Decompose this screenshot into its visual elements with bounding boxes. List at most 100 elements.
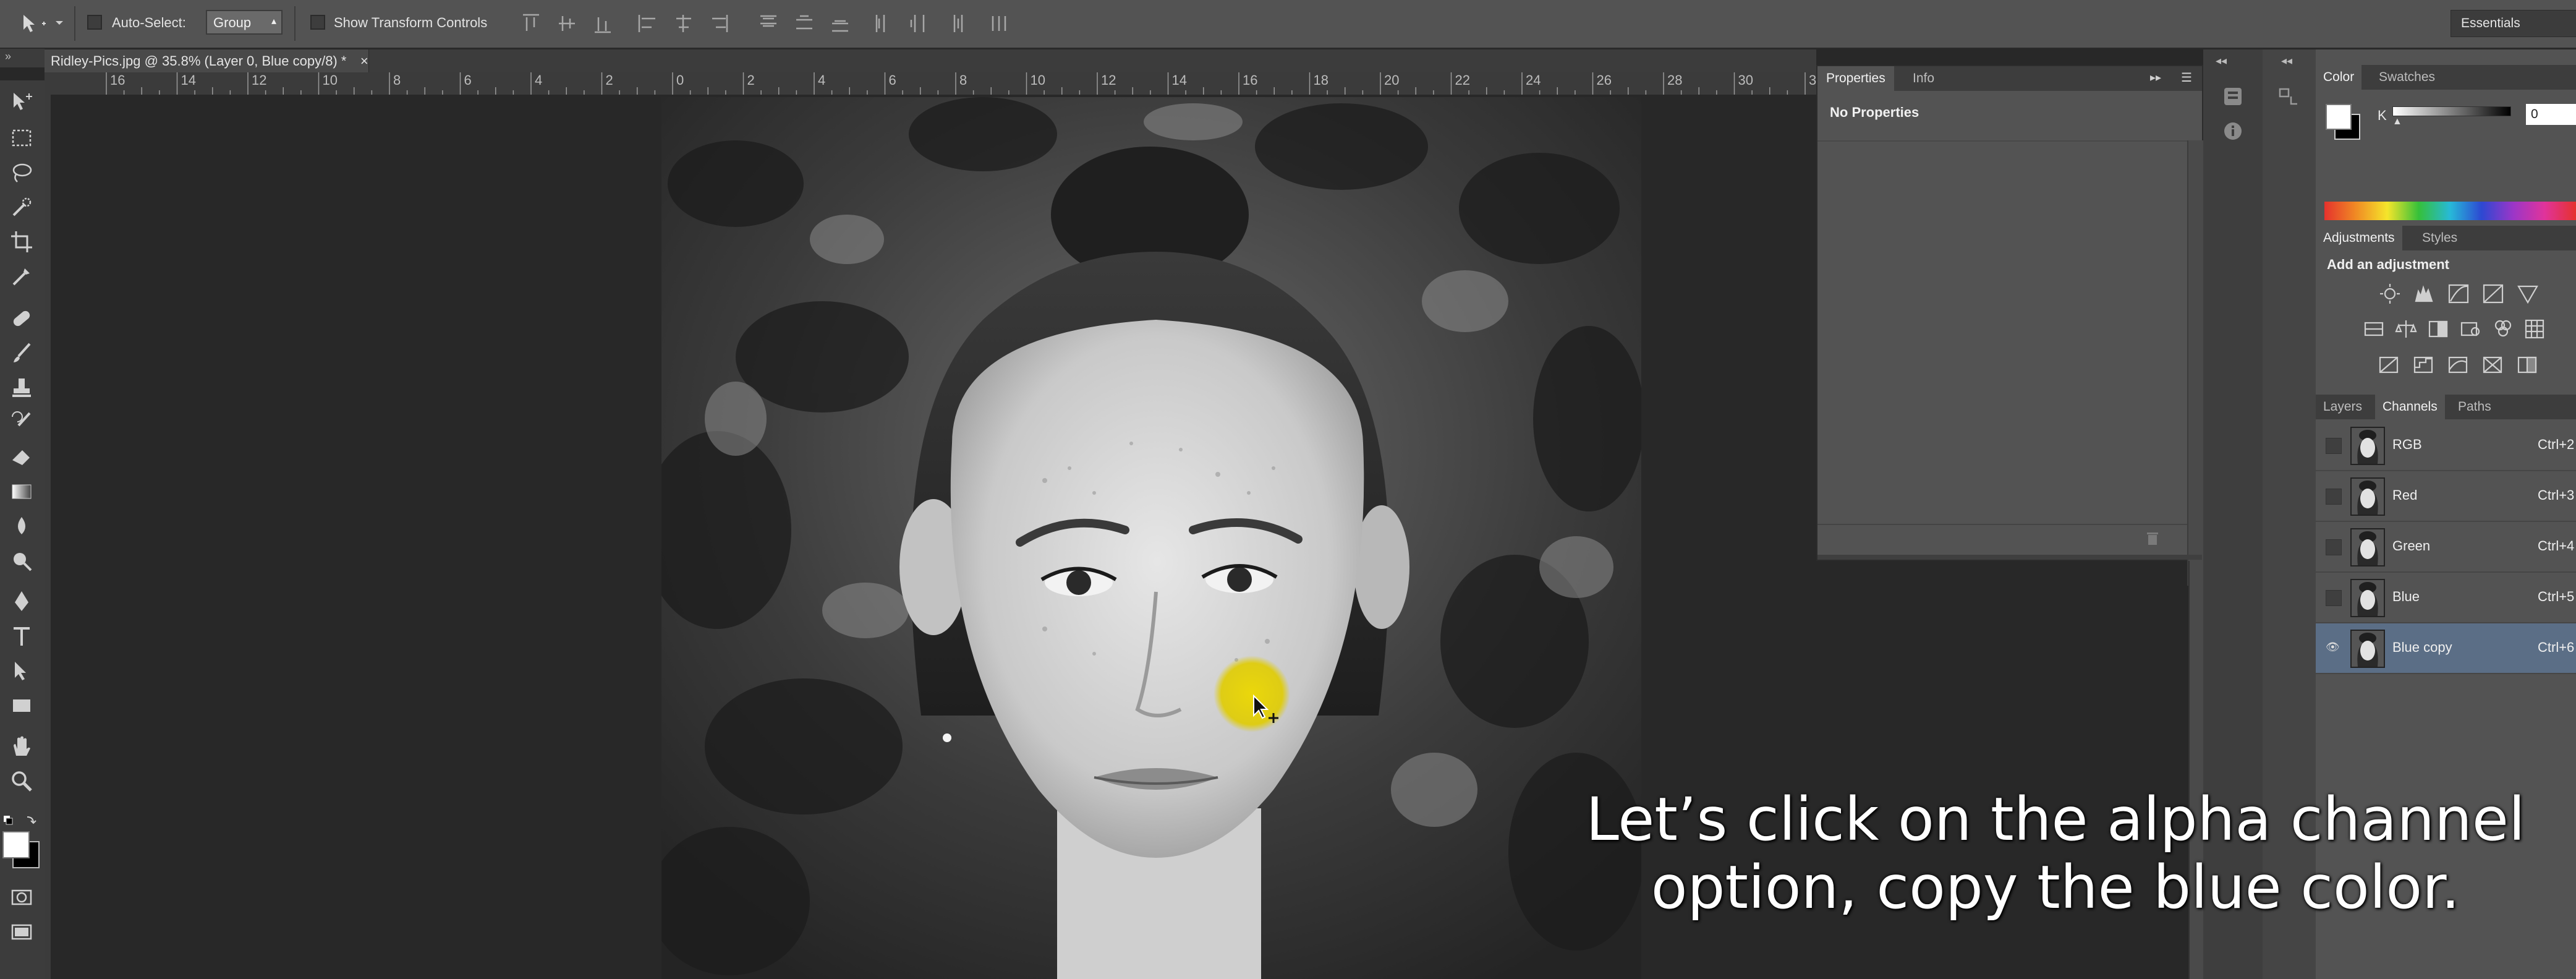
blur-tool-icon[interactable] (9, 513, 35, 539)
eraser-tool-icon[interactable] (9, 444, 35, 470)
visibility-toggle[interactable] (2326, 489, 2342, 505)
auto-select-checkbox[interactable] (87, 15, 102, 30)
brush-tool-icon[interactable] (9, 340, 35, 366)
cursor-highlight (1214, 656, 1290, 732)
marquee-tool-icon[interactable] (9, 125, 35, 151)
brightness-icon (2380, 284, 2400, 304)
screen-mode-icon[interactable] (9, 919, 35, 945)
tab-adjustments[interactable]: Adjustments (2316, 226, 2402, 250)
rectangle-tool-icon[interactable] (9, 693, 35, 719)
k-value-field[interactable]: 0 (2526, 104, 2576, 125)
channel-thumbnail (2350, 579, 2385, 617)
tab-properties[interactable]: Properties (1817, 66, 1894, 91)
properties-dock-icon[interactable] (2219, 83, 2247, 110)
gradient-tool-icon[interactable] (9, 479, 35, 505)
ruler-number: 2 (747, 72, 755, 88)
photo-canvas[interactable] (661, 97, 1641, 979)
ruler-number: 4 (535, 72, 543, 88)
document-tab[interactable]: Ridley-Pics.jpg @ 35.8% (Layer 0, Blue c… (45, 49, 369, 72)
channel-row[interactable]: Red Ctrl+3 (2316, 471, 2576, 522)
ruler-number: 10 (322, 72, 338, 88)
healing-brush-tool-icon[interactable] (9, 306, 35, 331)
invert-icon (2379, 356, 2399, 374)
align-vcenter-icon (559, 16, 575, 31)
pen-tool-icon[interactable] (9, 589, 35, 615)
channel-row[interactable]: Green Ctrl+4 (2316, 522, 2576, 573)
history-brush-tool-icon[interactable] (9, 409, 35, 435)
tab-channels[interactable]: Channels (2375, 395, 2445, 419)
channel-shortcut: Ctrl+6 (2538, 639, 2575, 655)
show-transform-checkbox[interactable] (310, 15, 325, 30)
channel-row[interactable]: 👁 Blue copy Ctrl+6 (2316, 623, 2576, 674)
zoom-tool-icon[interactable] (9, 768, 35, 794)
tab-paths[interactable]: Paths (2451, 395, 2499, 419)
crop-tool-icon[interactable] (9, 229, 35, 255)
collapse-dock-icon-2[interactable]: ◂◂ (2281, 54, 2292, 67)
eye-icon[interactable]: 👁 (2326, 641, 2340, 656)
channel-thumbnail (2350, 427, 2385, 465)
properties-scrollbar[interactable] (2187, 140, 2203, 586)
vibrance-icon (2517, 285, 2538, 304)
channel-row[interactable]: Blue Ctrl+5 (2316, 573, 2576, 623)
dodge-tool-icon[interactable] (9, 548, 35, 574)
collapse-dock-icon[interactable]: ◂◂ (2216, 54, 2227, 67)
trash-icon[interactable] (2144, 530, 2161, 547)
curves-icon (2448, 284, 2469, 304)
ruler-number: 4 (818, 72, 826, 88)
tab-color[interactable]: Color (2316, 65, 2362, 90)
k-slider[interactable] (2392, 106, 2511, 116)
channel-row[interactable]: RGB Ctrl+2 (2316, 421, 2576, 471)
hand-tool-icon[interactable] (9, 733, 35, 759)
visibility-toggle[interactable] (2326, 539, 2342, 555)
history-dock-icon[interactable] (2275, 83, 2302, 110)
quick-selection-tool-icon[interactable] (9, 194, 35, 220)
clone-stamp-tool-icon[interactable] (9, 375, 35, 401)
distribute-left-icon (875, 15, 885, 32)
ruler-number: 24 (1526, 72, 1541, 88)
channel-thumbnail (2350, 630, 2385, 668)
posterize-icon (2413, 356, 2433, 374)
move-tool-preset-icon[interactable] (17, 11, 67, 36)
ruler-number: 8 (959, 72, 967, 88)
tab-swatches[interactable]: Swatches (2371, 65, 2442, 90)
type-tool-icon[interactable] (9, 623, 35, 649)
foreground-color-swatch[interactable] (2, 831, 30, 858)
caption-line-1: Let’s click on the alpha channel (1586, 785, 2525, 854)
workspace-switcher[interactable]: Essentials (2451, 10, 2576, 37)
color-spectrum-ramp[interactable] (2324, 202, 2576, 220)
channel-name: Green (2392, 538, 2431, 554)
color-lookup-icon (2525, 319, 2544, 339)
info-dock-icon[interactable] (2219, 118, 2247, 145)
ruler-number: 16 (1243, 72, 1258, 88)
ruler-number: 8 (393, 72, 401, 88)
distribute-right-icon (953, 15, 963, 32)
collapse-arrows-icon[interactable]: » (5, 50, 11, 63)
swap-colors-icon[interactable] (2, 813, 40, 828)
color-fg-swatch[interactable] (2326, 104, 2352, 130)
auto-select-dropdown[interactable]: Group ▴ (206, 10, 283, 35)
quick-mask-icon[interactable] (9, 884, 35, 910)
auto-select-value: Group (213, 15, 252, 30)
lasso-tool-icon[interactable] (9, 160, 35, 186)
collapse-panel-icon[interactable]: ▸▸ (2150, 71, 2161, 84)
close-tab-icon[interactable]: × (349, 53, 368, 69)
visibility-toggle[interactable] (2326, 438, 2342, 454)
tab-layers[interactable]: Layers (2316, 395, 2370, 419)
ruler-number: 12 (252, 72, 267, 88)
channel-shortcut: Ctrl+3 (2538, 487, 2575, 503)
ruler-number: 20 (1384, 72, 1400, 88)
tab-info[interactable]: Info (1904, 66, 1943, 91)
workspace-label: Essentials (2461, 16, 2520, 30)
visibility-toggle[interactable] (2326, 590, 2342, 606)
move-tool-icon[interactable] (9, 89, 35, 115)
auto-align-icon (992, 16, 1006, 31)
eyedropper-tool-icon[interactable] (9, 263, 35, 289)
adjustments-tab-bar: Adjustments Styles (2316, 226, 2576, 250)
add-adjustment-heading: Add an adjustment (2327, 257, 2450, 272)
panel-menu-icon[interactable]: ☰ (2181, 70, 2192, 85)
path-selection-tool-icon[interactable] (9, 658, 35, 684)
slider-thumb-icon[interactable]: ▲ (2392, 116, 2402, 127)
distribute-top-icon (760, 15, 776, 27)
ruler-number: 26 (1596, 72, 1612, 88)
tab-styles[interactable]: Styles (2415, 226, 2465, 250)
